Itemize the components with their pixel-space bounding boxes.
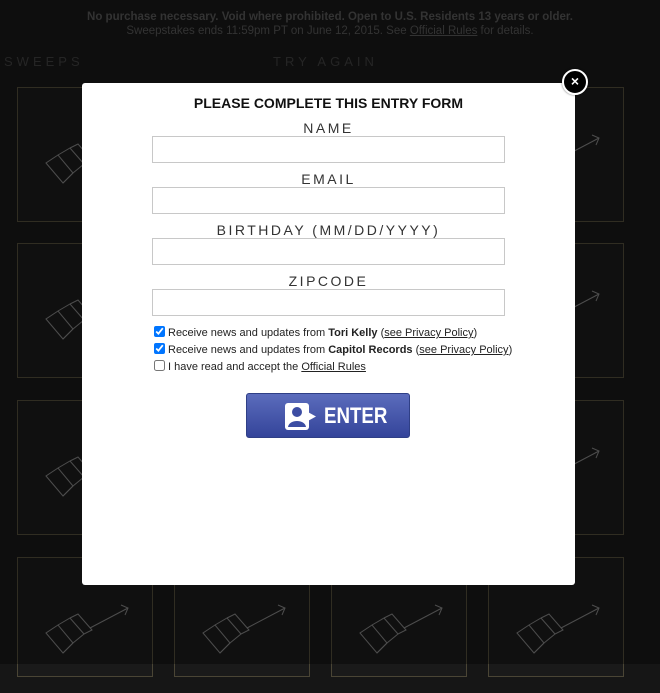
accept-rules-prefix: I have read and accept the (168, 361, 302, 373)
enter-button[interactable]: ENTER (246, 393, 410, 438)
tori-kelly-optin-checkbox[interactable] (154, 326, 165, 337)
capitol-optin-close: ) (508, 344, 513, 356)
email-input[interactable] (152, 187, 505, 214)
capitol-records-optin-checkbox[interactable] (154, 343, 165, 354)
birthday-input[interactable] (152, 238, 505, 265)
zipcode-label: ZIPCODE (288, 273, 369, 289)
enter-button-label: ENTER (324, 403, 388, 428)
capitol-optin-label: Capitol Records (328, 344, 413, 356)
entry-form-modal: PLEASE COMPLETE THIS ENTRY FORM NAME EMA… (82, 83, 575, 585)
email-label: EMAIL (301, 171, 356, 187)
name-label: NAME (303, 120, 354, 136)
user-card-icon (285, 403, 316, 430)
tori-optin-prefix: Receive news and updates from (168, 327, 329, 339)
close-modal-button[interactable]: × (562, 69, 588, 95)
tori-optin-artist: Tori Kelly (328, 327, 378, 339)
tori-kelly-optin-row: Receive news and updates from Tori Kelly… (154, 326, 477, 340)
zipcode-input[interactable] (152, 289, 505, 316)
capitol-privacy-policy-link[interactable]: see Privacy Policy (419, 344, 508, 356)
capitol-records-optin-row: Receive news and updates from Capitol Re… (154, 343, 512, 357)
modal-title: PLEASE COMPLETE THIS ENTRY FORM (193, 95, 464, 111)
close-icon: × (570, 73, 580, 89)
accept-rules-row: I have read and accept the Official Rule… (154, 360, 366, 374)
birthday-label: BIRTHDAY (MM/DD/YYYY) (216, 222, 441, 238)
name-input[interactable] (152, 136, 505, 163)
accept-rules-checkbox[interactable] (154, 360, 165, 371)
tori-optin-close: ) (473, 327, 478, 339)
tori-privacy-policy-link[interactable]: see Privacy Policy (384, 327, 473, 339)
capitol-optin-prefix: Receive news and updates from (168, 344, 329, 356)
official-rules-link[interactable]: Official Rules (301, 361, 366, 373)
